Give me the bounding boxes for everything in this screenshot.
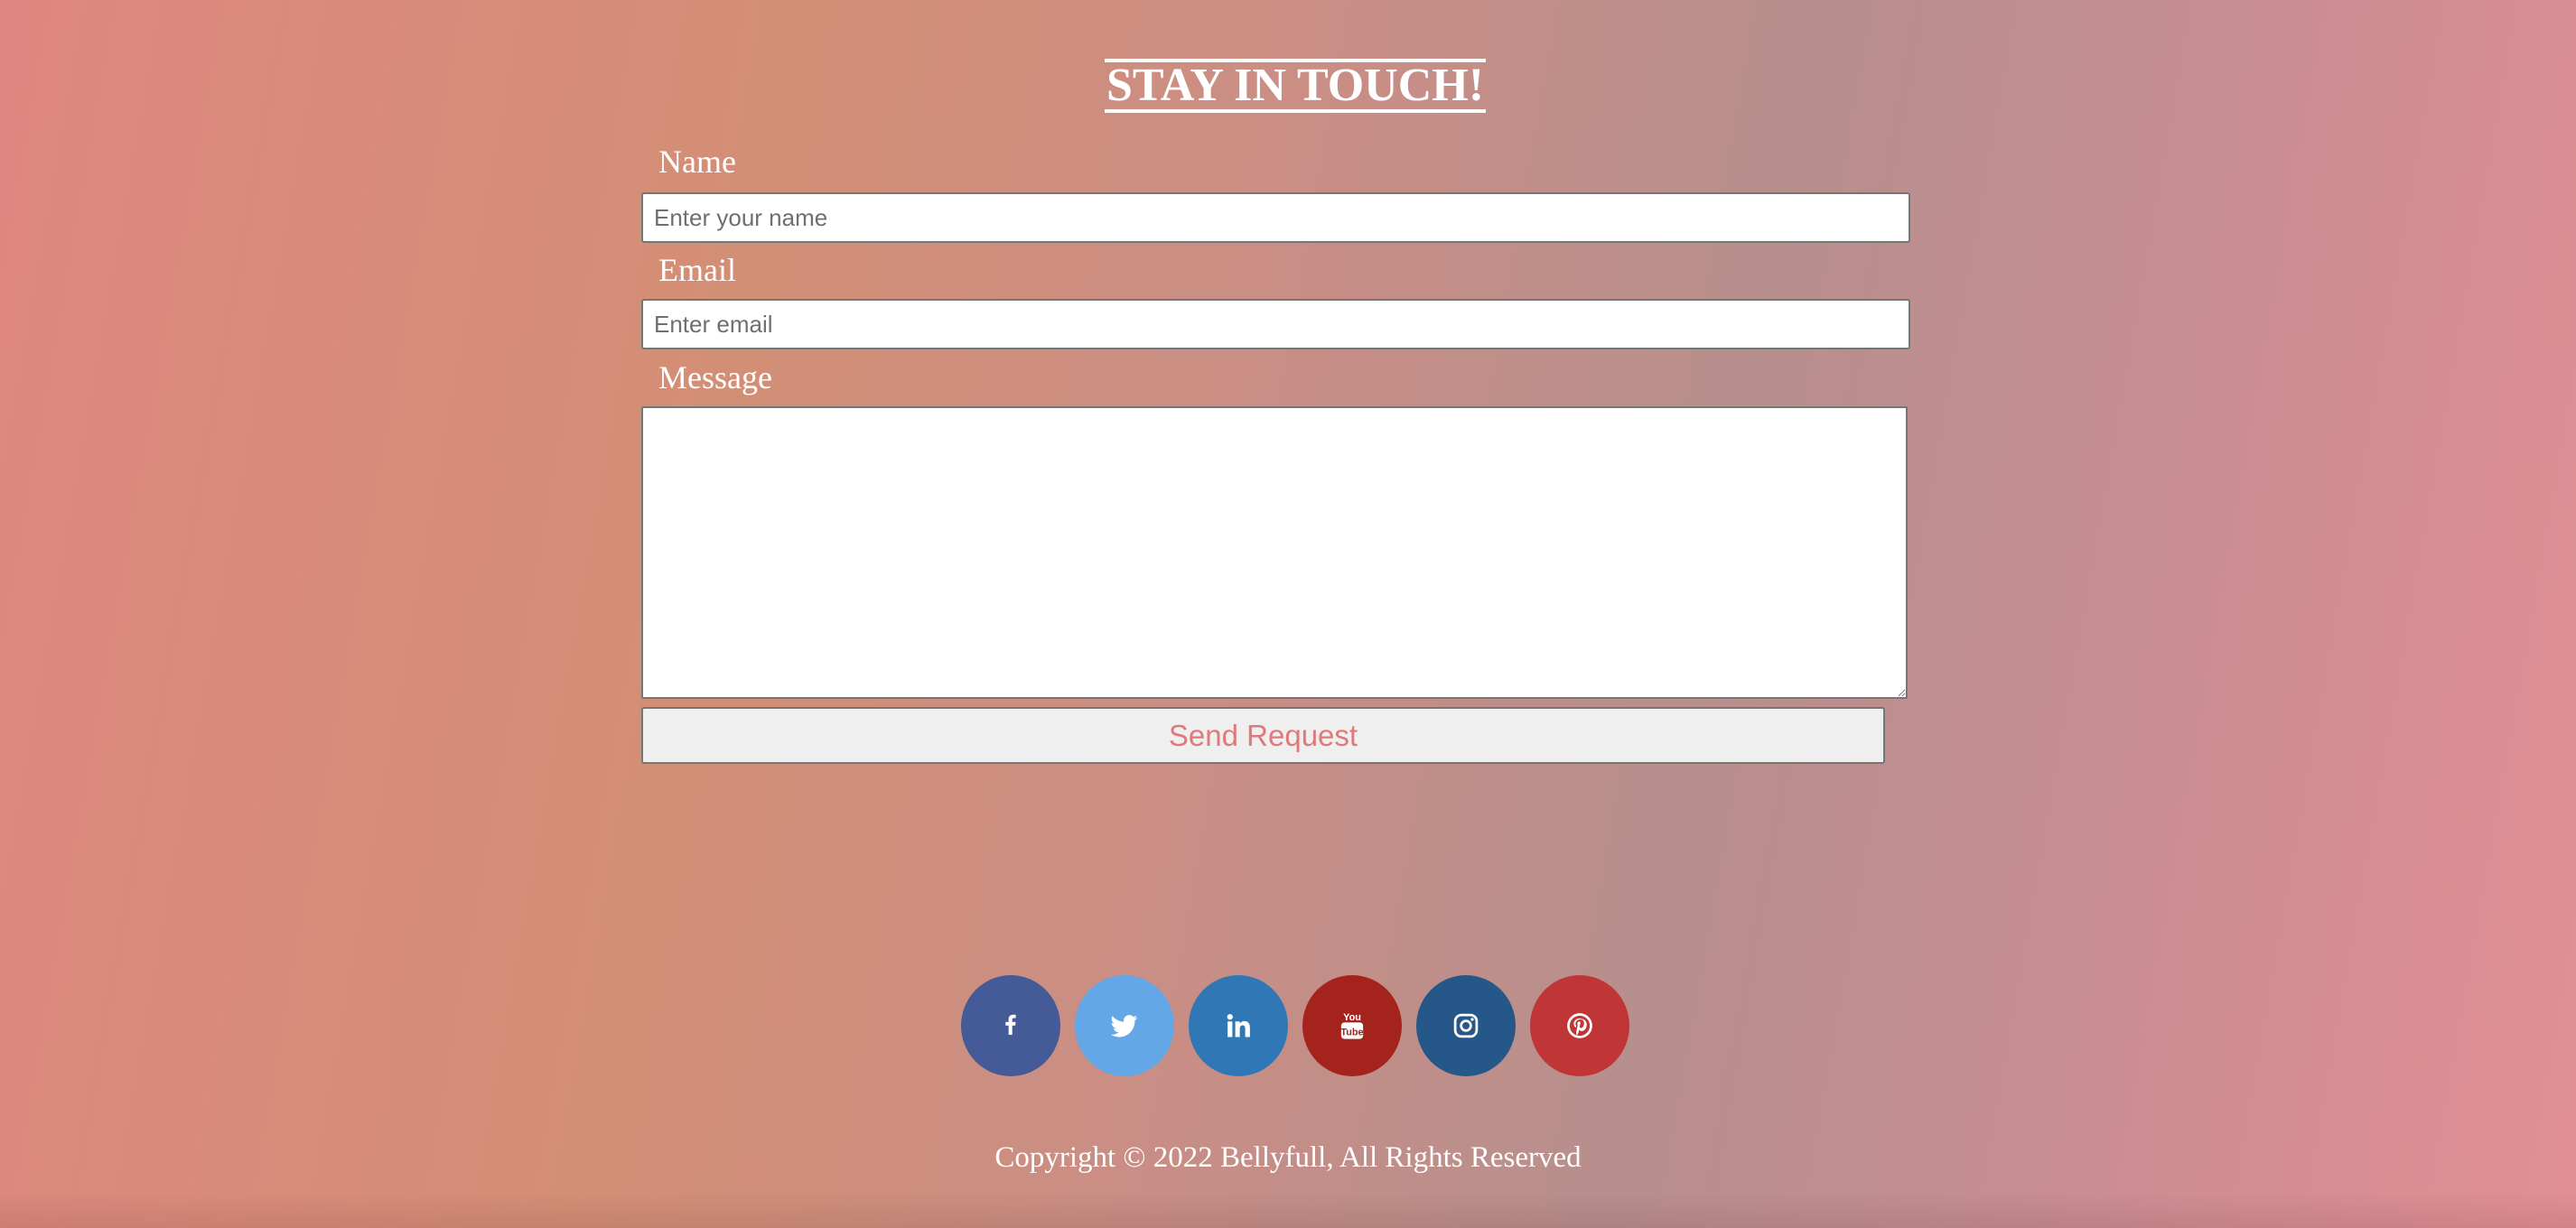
facebook-icon xyxy=(1005,1014,1016,1035)
name-input[interactable] xyxy=(641,192,1910,243)
message-label: Message xyxy=(658,359,772,395)
twitter-link[interactable] xyxy=(1075,975,1174,1076)
linkedin-icon xyxy=(1227,1014,1250,1037)
name-label: Name xyxy=(658,144,736,180)
youtube-icon: You Tube xyxy=(1340,1012,1364,1039)
page-title-text: STAY IN TOUCH! xyxy=(1104,58,1487,113)
send-request-button[interactable]: Send Request xyxy=(641,707,1885,764)
instagram-link[interactable] xyxy=(1416,975,1516,1076)
linkedin-link[interactable] xyxy=(1189,975,1288,1076)
pinterest-link[interactable] xyxy=(1530,975,1629,1076)
email-label: Email xyxy=(658,252,736,288)
copyright-text: Copyright © 2022 Bellyfull, All Rights R… xyxy=(994,1141,1582,1174)
twitter-icon xyxy=(1111,1015,1138,1037)
youtube-link[interactable]: You Tube xyxy=(1302,975,1402,1076)
svg-text:You: You xyxy=(1343,1012,1361,1023)
page-title: STAY IN TOUCH! xyxy=(0,58,2576,113)
facebook-link[interactable] xyxy=(961,975,1060,1076)
instagram-icon xyxy=(1453,1013,1479,1038)
pinterest-icon xyxy=(1567,1013,1592,1038)
social-links: You Tube xyxy=(961,975,1629,1076)
message-textarea[interactable] xyxy=(641,406,1908,699)
svg-text:Tube: Tube xyxy=(1340,1027,1363,1037)
bottom-shadow xyxy=(0,1192,2576,1228)
email-input[interactable] xyxy=(641,299,1910,349)
